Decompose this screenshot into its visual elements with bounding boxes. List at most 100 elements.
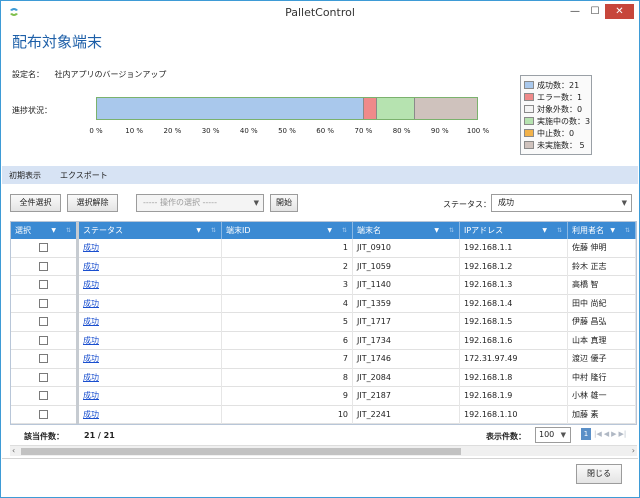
sort-icon[interactable]: ⇅ [66,222,71,239]
ip-address-cell: 192.168.1.10 [460,405,568,424]
status-link[interactable]: 成功 [83,410,99,419]
tab-export[interactable]: エクスポート [60,170,108,181]
scroll-right-icon[interactable]: › [632,446,635,455]
maximize-button[interactable]: ☐ [586,4,604,19]
table-row[interactable]: 成功 8 JIT_2084 192.168.1.8 中村 隆行 [11,368,636,387]
prev-page-icon[interactable]: ◀ [604,430,609,438]
terminal-name-cell: JIT_1059 [353,257,460,276]
row-checkbox[interactable] [39,317,48,326]
close-button[interactable]: 閉じる [576,464,622,484]
operation-select-value: ----- 操作の選択 ----- [143,198,217,207]
page-size-value: 100 [539,430,555,439]
row-checkbox[interactable] [39,372,48,382]
filter-icon[interactable]: ▼ [51,222,56,239]
sort-icon[interactable]: ⇅ [625,222,630,239]
horizontal-scrollbar[interactable]: ‹ › [10,445,637,456]
first-page-icon[interactable]: |◀ [594,430,602,438]
status-filter-select[interactable]: 成功 ▼ [491,194,632,212]
page-title: 配布対象端末 [12,33,103,51]
filter-icon[interactable]: ▼ [434,222,439,239]
ip-address-cell: 192.168.1.3 [460,276,568,295]
status-link[interactable]: 成功 [83,299,99,308]
select-all-button[interactable]: 全件選択 [10,194,61,212]
row-checkbox[interactable] [39,280,48,289]
page-size-select[interactable]: 100 ▼ [535,427,571,443]
filter-icon[interactable]: ▼ [327,222,332,239]
row-checkbox[interactable] [39,409,48,419]
column-header-select[interactable]: 選択 ▼ ⇅ [11,222,79,239]
table-row[interactable]: 成功 4 JIT_1359 192.168.1.4 田中 尚紀 [11,294,636,313]
status-cell: 成功 [79,276,222,295]
column-header-user-name[interactable]: 利用者名 ▼ ⇅ [568,222,636,239]
progress-segment [375,98,414,119]
row-checkbox[interactable] [39,354,48,363]
row-checkbox[interactable] [39,335,48,345]
legend-swatch [524,81,534,89]
sort-icon[interactable]: ⇅ [211,222,216,239]
table-row[interactable]: 成功 5 JIT_1717 192.168.1.5 伊藤 昌弘 [11,313,636,332]
row-checkbox[interactable] [39,391,48,400]
column-header-terminal-id[interactable]: 端末ID ▼ ⇅ [222,222,353,239]
status-link[interactable]: 成功 [83,391,99,400]
table-row[interactable]: 成功 6 JIT_1734 192.168.1.6 山本 真理 [11,331,636,350]
table-row[interactable]: 成功 2 JIT_1059 192.168.1.2 鈴木 正志 [11,257,636,276]
ip-address-cell: 192.168.1.5 [460,313,568,332]
deselect-button[interactable]: 選択解除 [67,194,118,212]
row-checkbox[interactable] [39,243,48,252]
page-number-button[interactable]: 1 [581,428,591,440]
status-link[interactable]: 成功 [83,354,99,363]
status-link[interactable]: 成功 [83,373,99,382]
column-header-status[interactable]: ステータス ▼ ⇅ [79,222,222,239]
footer-divider [2,458,638,459]
terminal-name-cell: JIT_0910 [353,239,460,258]
sort-icon[interactable]: ⇅ [342,222,347,239]
next-page-icon[interactable]: ▶ [611,430,616,438]
last-page-icon[interactable]: ▶| [619,430,627,438]
table-row[interactable]: 成功 7 JIT_1746 172.31.97.49 渡辺 優子 [11,350,636,369]
status-link[interactable]: 成功 [83,243,99,252]
terminal-name-cell: JIT_1717 [353,313,460,332]
terminal-id-cell: 1 [222,239,353,258]
row-checkbox[interactable] [39,298,48,308]
progress-legend: 成功数：21 エラー数：1 対象外数：0 実施中の数：3 中止数：0 未実施数： 5 [520,75,592,155]
status-link[interactable]: 成功 [83,317,99,326]
column-header-label: 端末名 [357,226,381,235]
select-cell [11,276,79,295]
tab-initial-display[interactable]: 初期表示 [9,170,41,181]
grid-header: 選択 ▼ ⇅ ステータス ▼ ⇅ 端末ID ▼ ⇅ 端末名 ▼ ⇅ IPアドレス ▼ ⇅ 利用者名 ▼ ⇅ [11,222,636,239]
table-row[interactable]: 成功 3 JIT_1140 192.168.1.3 高橋 智 [11,276,636,295]
table-row[interactable]: 成功 9 JIT_2187 192.168.1.9 小林 雄一 [11,387,636,406]
user-name-cell: 中村 隆行 [568,368,636,387]
user-name-cell: 佐藤 伸明 [568,239,636,258]
legend-item: エラー数：1 [524,91,588,103]
close-window-button[interactable]: ✕ [605,4,634,19]
terminal-id-cell: 10 [222,405,353,424]
select-cell [11,368,79,387]
column-header-terminal-name[interactable]: 端末名 ▼ ⇅ [353,222,460,239]
status-filter-value: 成功 [498,198,514,207]
terminal-id-cell: 5 [222,313,353,332]
status-link[interactable]: 成功 [83,262,99,271]
status-link[interactable]: 成功 [83,336,99,345]
row-checkbox[interactable] [39,261,48,271]
operation-select[interactable]: ----- 操作の選択 ----- ▼ [136,194,264,212]
filter-icon[interactable]: ▼ [196,222,201,239]
progress-tick-label: 10 % [125,127,144,135]
sort-icon[interactable]: ⇅ [449,222,454,239]
select-cell [11,239,79,258]
scrollbar-thumb[interactable] [21,448,461,455]
page-size-label: 表示件数： [486,432,526,441]
ip-address-cell: 192.168.1.4 [460,294,568,313]
start-button[interactable]: 開始 [270,194,298,212]
filter-icon[interactable]: ▼ [542,222,547,239]
table-row[interactable]: 成功 1 JIT_0910 192.168.1.1 佐藤 伸明 [11,239,636,258]
filter-icon[interactable]: ▼ [610,222,615,239]
table-row[interactable]: 成功 10 JIT_2241 192.168.1.10 加藤 素 [11,405,636,424]
minimize-button[interactable]: — [566,4,584,19]
ip-address-cell: 192.168.1.2 [460,257,568,276]
column-header-ip-address[interactable]: IPアドレス ▼ ⇅ [460,222,568,239]
status-link[interactable]: 成功 [83,280,99,289]
sort-icon[interactable]: ⇅ [557,222,562,239]
scroll-left-icon[interactable]: ‹ [12,446,15,455]
progress-bar [96,97,478,120]
